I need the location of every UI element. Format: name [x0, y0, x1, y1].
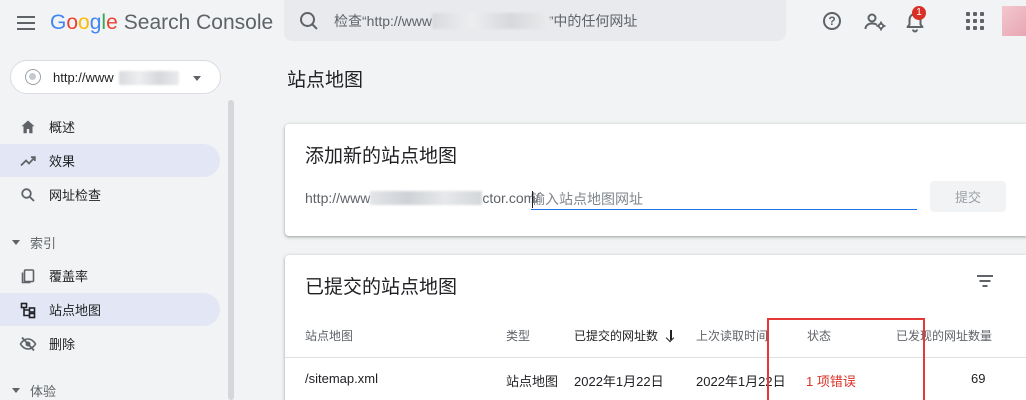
column-header-last-read[interactable]: 上次读取时间 — [696, 327, 768, 344]
sidebar-scrollbar[interactable] — [228, 100, 234, 400]
sidebar-item-label: 概述 — [49, 120, 76, 135]
cell-sitemap: /sitemap.xml — [305, 371, 378, 386]
coverage-icon — [19, 267, 37, 285]
logo-letter: G — [50, 11, 67, 34]
text-cursor — [532, 191, 533, 208]
product-name: Search Console — [123, 11, 274, 34]
sidebar-item-coverage[interactable]: 覆盖率 — [0, 259, 220, 292]
sidebar-item-removals[interactable]: 删除 — [0, 327, 220, 360]
sidebar-section-index[interactable]: 索引 — [0, 228, 220, 256]
sitemap-url-prefix: http://www ctor.com/ — [305, 190, 539, 206]
sidebar-item-performance[interactable]: 效果 — [0, 144, 220, 177]
property-selector[interactable]: http://www — [10, 60, 221, 94]
search-icon[interactable] — [298, 10, 320, 32]
app-logo[interactable]: Google Search Console — [50, 10, 273, 36]
sidebar-item-overview[interactable]: 概述 — [0, 110, 220, 143]
home-icon — [19, 118, 37, 136]
card-title: 添加新的站点地图 — [305, 146, 458, 167]
collapse-icon — [12, 239, 20, 245]
logo-letter: o — [66, 11, 79, 34]
cell-submitted: 2022年1月22日 — [574, 374, 664, 389]
page-title: 站点地图 — [287, 70, 364, 91]
avatar[interactable] — [1002, 6, 1026, 36]
submit-button[interactable]: 提交 — [930, 181, 1006, 212]
search-icon — [19, 186, 37, 204]
logo-letter: o — [78, 11, 90, 34]
column-header-label: 已提交的网址数 — [574, 329, 659, 343]
help-icon[interactable]: ? — [820, 9, 846, 35]
sidebar-item-url-inspection[interactable]: 网址检查 — [0, 178, 220, 211]
menu-icon[interactable] — [14, 11, 38, 35]
redacted-url-mask — [119, 71, 179, 85]
sidebar-item-sitemaps[interactable]: 站点地图 — [0, 293, 220, 326]
trending-up-icon — [19, 152, 37, 170]
apps-icon[interactable] — [966, 12, 984, 30]
sidebar-item-label: 网址检查 — [49, 188, 102, 203]
chevron-down-icon — [193, 76, 201, 81]
notification-badge: 1 — [912, 6, 926, 20]
globe-icon — [25, 69, 41, 85]
logo-letter: e — [106, 11, 118, 34]
filter-icon[interactable] — [975, 273, 995, 289]
sidebar-section-experience[interactable]: 体验 — [0, 376, 220, 400]
collapse-icon — [12, 387, 20, 393]
property-label: http://www — [53, 69, 114, 85]
sidebar-item-label: 效果 — [49, 154, 76, 169]
search-input[interactable] — [334, 12, 786, 29]
user-settings-icon[interactable] — [862, 9, 888, 35]
redacted-url-mask — [432, 13, 550, 29]
logo-letter: g — [89, 11, 102, 34]
sidebar-item-label: 站点地图 — [49, 303, 102, 318]
sidebar-section-label: 索引 — [30, 235, 57, 251]
url-prefix-start: http://www — [305, 190, 371, 206]
sitemap-icon — [19, 301, 37, 319]
sidebar-item-label: 覆盖率 — [49, 269, 89, 284]
top-app-bar: GoogleSearch Console ? 1 — [0, 0, 1026, 46]
visibility-off-icon — [19, 335, 37, 353]
column-header-sitemap[interactable]: 站点地图 — [305, 327, 353, 344]
column-header-submitted[interactable]: 已提交的网址数 — [574, 327, 676, 344]
url-inspection-search[interactable] — [284, 0, 786, 41]
add-sitemap-card: 添加新的站点地图 http://wwwctor.com/ 提交 — [285, 124, 1026, 236]
cell-type: 站点地图 — [506, 374, 559, 389]
sidebar-section-label: 体验 — [30, 383, 57, 399]
annotation-highlight-box — [767, 318, 925, 400]
card-title: 已提交的站点地图 — [305, 277, 458, 298]
redacted-url-mask — [370, 191, 483, 205]
sidebar-item-label: 删除 — [49, 337, 76, 352]
arrow-down-icon — [666, 330, 676, 342]
sitemap-url-input[interactable] — [531, 188, 917, 210]
column-header-type[interactable]: 类型 — [506, 327, 530, 344]
cell-discovered: 69 — [971, 371, 986, 386]
